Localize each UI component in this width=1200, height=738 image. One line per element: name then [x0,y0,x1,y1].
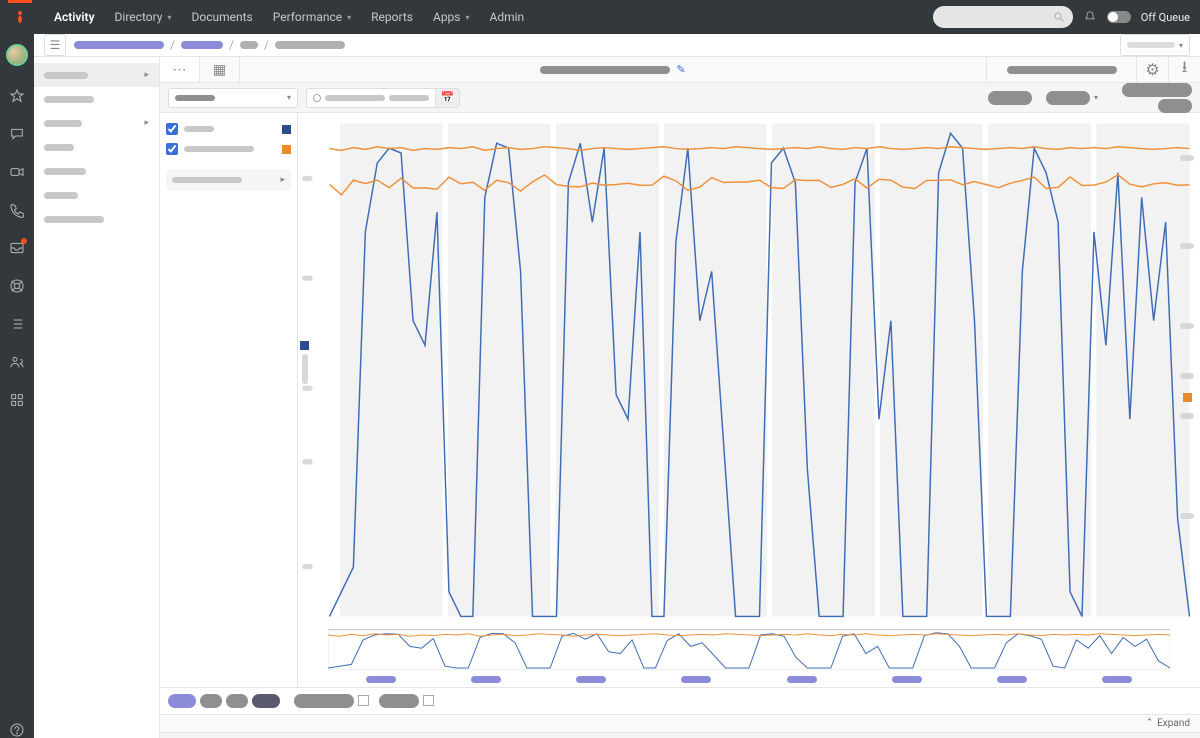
view-title: ✎ [240,57,986,82]
apps-icon[interactable] [9,392,25,408]
nav-admin[interactable]: Admin [480,0,535,34]
global-search[interactable] [933,6,1073,28]
date-range-picker[interactable]: 📅 [306,88,460,108]
legend-series-0[interactable] [166,119,291,139]
filter-check-1[interactable] [423,695,434,706]
summary-value-1 [1122,83,1192,97]
sidebar-item-4[interactable] [34,159,159,183]
sidebar-item-1[interactable] [34,87,159,111]
control-pill-1[interactable] [988,91,1032,105]
legend-more[interactable]: ▸ [166,169,291,191]
left-sidebar: ▸▸ [34,57,160,738]
breadcrumb-seg-3[interactable] [275,41,345,49]
right-axis-ticks [1178,113,1198,687]
filter-chip-0[interactable] [168,694,196,708]
filter-chip-1[interactable] [200,694,222,708]
user-avatar[interactable] [6,44,28,66]
breadcrumb-seg-2[interactable] [240,41,258,49]
expand-panel-button[interactable]: ⌃Expand [160,714,1200,732]
help-icon[interactable] [9,722,25,738]
users-icon[interactable] [9,354,25,370]
filter-check-0[interactable] [358,695,369,706]
hamburger-icon[interactable]: ☰ [44,34,66,56]
list-icon[interactable] [9,316,25,332]
nav-documents[interactable]: Documents [181,0,262,34]
settings-icon[interactable]: ⚙ [1136,57,1168,82]
chart-controls: ▾ 📅 ▾ [160,83,1200,113]
download-icon[interactable]: ⭳ [1168,57,1200,82]
queue-toggle[interactable] [1107,11,1131,23]
lifebuoy-icon[interactable] [9,278,25,294]
video-icon[interactable] [9,164,25,180]
nav-directory[interactable]: Directory▾ [105,0,182,34]
metric-dropdown[interactable]: ▾ [168,88,298,108]
chart-legend: ▸ [160,113,298,687]
chart-footer-secondary [160,732,1200,738]
tab-grid[interactable]: ▦ [200,57,240,82]
nav-apps[interactable]: Apps▾ [423,0,480,34]
edit-title-icon[interactable]: ✎ [676,63,685,76]
sidebar-item-0[interactable]: ▸ [34,63,159,87]
inbox-icon[interactable] [9,240,25,256]
phone-icon[interactable] [9,202,25,218]
summary-value-2 [1158,99,1192,113]
nav-performance[interactable]: Performance▾ [263,0,361,34]
calendar-icon[interactable]: 📅 [436,88,460,108]
sidebar-item-2[interactable]: ▸ [34,111,159,135]
sidebar-item-6[interactable] [34,207,159,231]
filter-chip-3[interactable] [252,694,280,708]
chart-footer-filters [160,687,1200,714]
breadcrumb-bar: ☰ /// ▾ [34,34,1200,57]
sidebar-item-5[interactable] [34,183,159,207]
tab-timeline[interactable]: ⋯ [160,57,200,82]
view-subtitle [986,57,1136,82]
view-tabstrip: ⋯ ▦ ✎ ⚙ ⭳ [160,57,1200,83]
sidebar-item-3[interactable] [34,135,159,159]
top-navbar: ActivityDirectory▾DocumentsPerformance▾R… [0,0,1200,34]
brand-logo[interactable] [10,7,30,27]
chart-area[interactable] [298,113,1200,687]
filter-opt-0 [294,694,354,708]
nav-activity[interactable]: Activity [44,0,105,34]
search-icon [1053,11,1065,23]
chart-minimap[interactable] [328,629,1170,687]
left-axis-handle[interactable] [300,341,309,384]
control-dropdown-2[interactable]: ▾ [1040,88,1104,108]
breadcrumb-seg-1[interactable] [181,41,223,49]
filter-opt-1 [379,694,419,708]
star-icon[interactable] [9,88,25,104]
filter-chip-2[interactable] [226,694,248,708]
breadcrumb-seg-0[interactable] [74,41,164,49]
chat-icon[interactable] [9,126,25,142]
legend-series-1[interactable] [166,139,291,159]
queue-status-label: Off Queue [1141,11,1190,24]
nav-reports[interactable]: Reports [361,0,423,34]
notifications-icon[interactable] [1083,10,1097,24]
breadcrumb-dropdown[interactable]: ▾ [1120,34,1190,56]
left-rail [0,34,34,738]
